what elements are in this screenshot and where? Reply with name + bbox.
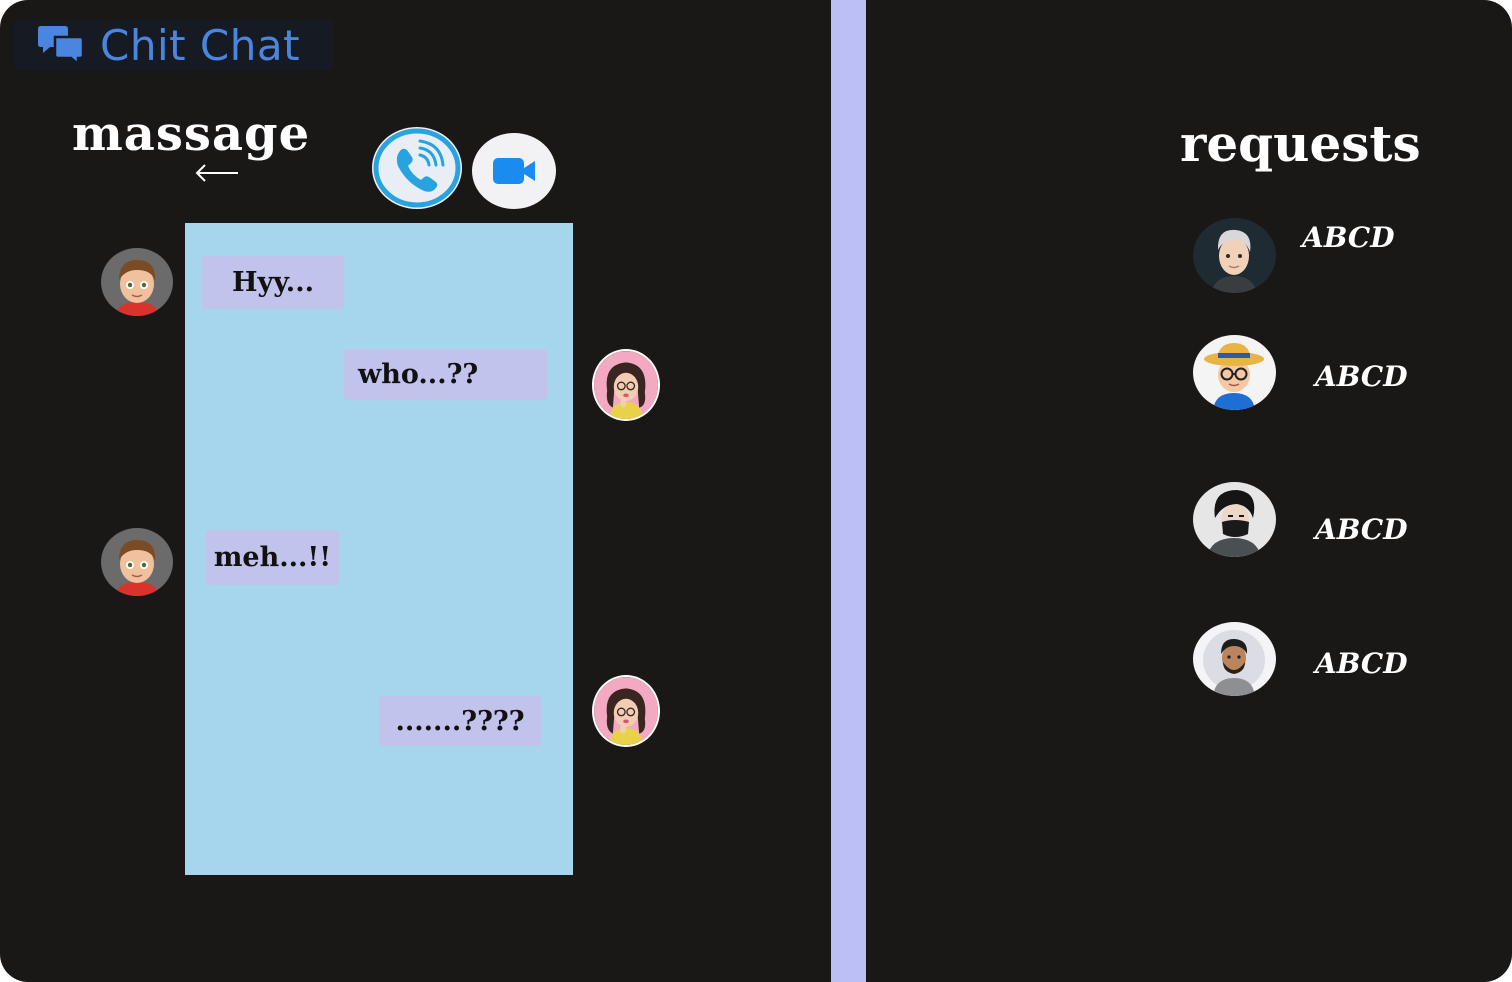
app-window: Chit Chat massage Hyy... who...?? meh...… xyxy=(0,0,1512,982)
message-bubble[interactable]: .......???? xyxy=(379,696,541,746)
request-avatar[interactable] xyxy=(1193,218,1276,293)
boy-avatar-icon xyxy=(101,248,173,316)
boy-avatar-icon xyxy=(101,528,173,596)
video-call-button[interactable] xyxy=(472,133,556,209)
masked-guy-avatar-icon xyxy=(1193,482,1276,557)
request-name[interactable]: ABCD xyxy=(1315,647,1407,681)
chat-bubbles-icon xyxy=(38,26,84,66)
silver-hair-man-avatar-icon xyxy=(1193,218,1276,293)
bearded-man-avatar-icon xyxy=(1193,622,1276,696)
video-camera-icon xyxy=(493,158,535,184)
boy-avatar[interactable] xyxy=(101,528,173,596)
app-name: Chit Chat xyxy=(100,21,301,70)
boy-avatar[interactable] xyxy=(101,248,173,316)
message-bubble[interactable]: who...?? xyxy=(344,349,547,400)
chat-messages-panel[interactable]: Hyy... who...?? meh...!! .......???? xyxy=(185,223,573,875)
voice-call-button[interactable] xyxy=(372,127,462,209)
girl-avatar-icon xyxy=(594,351,658,419)
request-avatar[interactable] xyxy=(1193,622,1276,696)
hat-glasses-boy-avatar-icon xyxy=(1193,335,1276,410)
request-name[interactable]: ABCD xyxy=(1315,360,1407,394)
request-avatar[interactable] xyxy=(1193,335,1276,410)
requests-title: requests xyxy=(1180,114,1421,173)
app-logo[interactable]: Chit Chat xyxy=(14,20,334,70)
request-name[interactable]: ABCD xyxy=(1302,221,1394,255)
panel-divider xyxy=(831,0,866,982)
request-avatar[interactable] xyxy=(1193,482,1276,557)
message-bubble[interactable]: Hyy... xyxy=(202,256,344,309)
message-bubble[interactable]: meh...!! xyxy=(206,530,339,585)
girl-avatar-icon xyxy=(594,677,658,745)
request-name[interactable]: ABCD xyxy=(1315,513,1407,547)
girl-avatar[interactable] xyxy=(592,349,660,421)
back-arrow-icon[interactable] xyxy=(194,160,240,186)
phone-call-icon xyxy=(373,128,461,208)
girl-avatar[interactable] xyxy=(592,675,660,747)
chat-title: massage xyxy=(72,106,311,162)
